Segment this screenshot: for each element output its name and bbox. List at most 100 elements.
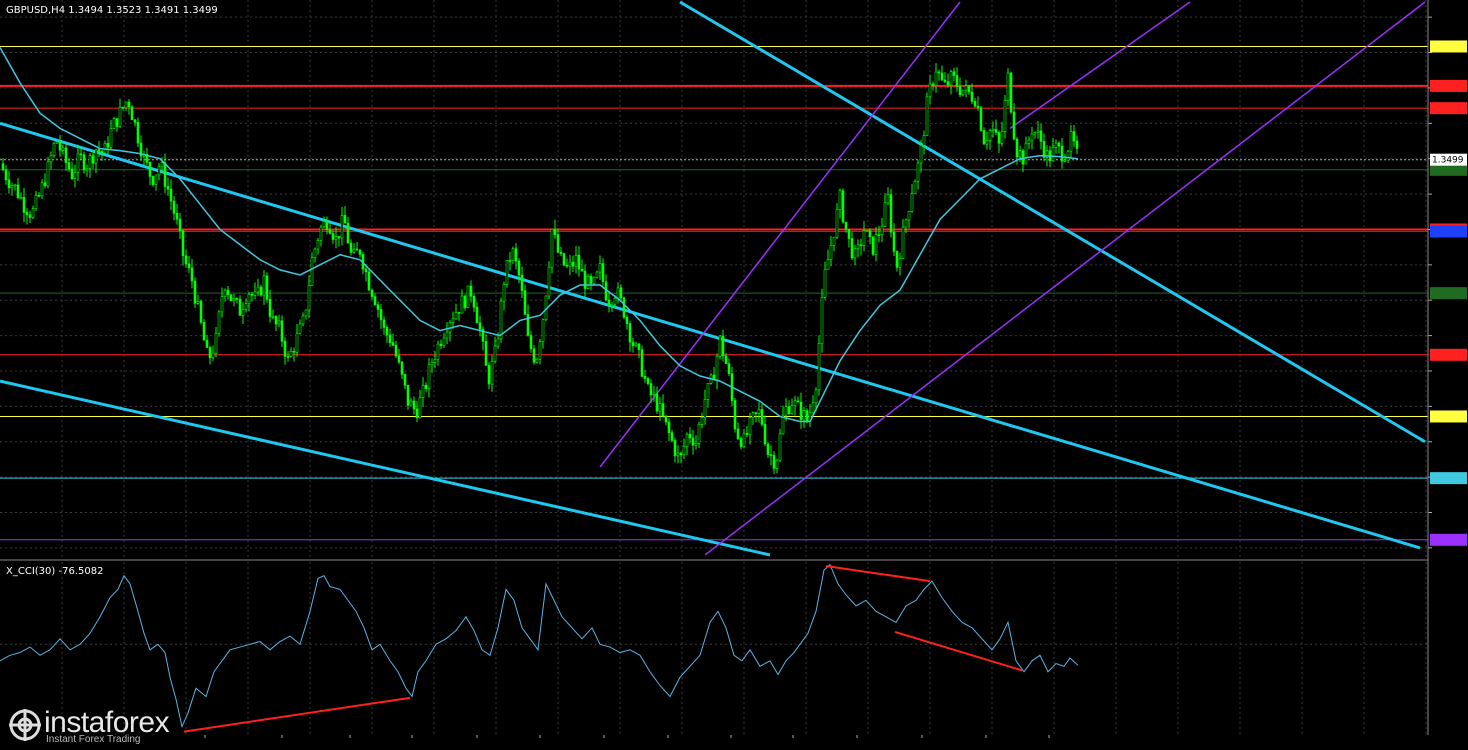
current-price-text: 1.3499	[1432, 156, 1464, 166]
candle-body	[643, 376, 647, 379]
candle-body	[508, 260, 512, 262]
candle-body	[1042, 141, 1046, 158]
candle-body	[391, 342, 395, 346]
candle-body	[238, 298, 242, 316]
candle-body	[64, 147, 68, 163]
candle-body	[13, 184, 17, 187]
candle-body	[352, 248, 356, 253]
candle-body	[202, 321, 206, 341]
candle-body	[484, 341, 488, 366]
candle-body	[1000, 131, 1004, 144]
candle-body	[631, 341, 635, 347]
candle-body	[211, 352, 215, 359]
candle-body	[649, 383, 653, 396]
candle-body	[835, 209, 839, 238]
candle-body	[919, 145, 923, 164]
candle-body	[424, 384, 428, 389]
candle-body	[682, 446, 686, 455]
candle-body	[316, 240, 320, 250]
candle-body	[184, 255, 188, 265]
candle-body	[256, 286, 260, 293]
candle-body	[748, 417, 752, 435]
candle-body	[478, 322, 482, 330]
murrey-price-tag	[1430, 79, 1467, 92]
candle-body	[943, 79, 947, 82]
candle-body	[115, 118, 119, 127]
candle-body	[673, 440, 677, 457]
candle-body	[937, 71, 941, 74]
candle-body	[1024, 142, 1028, 165]
candle-body	[559, 251, 563, 254]
candle-body	[601, 263, 605, 283]
candle-body	[178, 218, 182, 231]
candle-body	[22, 197, 26, 213]
candle-body	[283, 340, 287, 357]
candle-body	[55, 141, 59, 144]
candle-body	[1057, 142, 1061, 147]
candle-body	[439, 343, 443, 346]
candle-body	[319, 226, 323, 241]
candle-body	[979, 107, 983, 131]
candle-body	[1009, 72, 1013, 113]
candle-body	[910, 193, 914, 212]
candle-body	[340, 215, 344, 239]
candle-body	[304, 309, 308, 317]
candle-body	[49, 155, 53, 163]
candle-body	[970, 91, 974, 102]
candle-body	[799, 401, 803, 421]
candle-body	[1036, 130, 1040, 133]
candle-body	[880, 225, 884, 236]
candle-body	[7, 179, 11, 189]
candle-body	[754, 412, 758, 414]
candle-body	[325, 221, 329, 231]
candle-body	[736, 428, 740, 439]
candle-body	[349, 242, 353, 253]
candle-body	[676, 452, 680, 457]
candle-body	[652, 393, 656, 396]
candle-body	[247, 293, 251, 305]
candle-body	[772, 455, 776, 469]
candle-body	[721, 335, 725, 357]
candle-body	[79, 153, 83, 156]
candle-body	[694, 443, 698, 446]
candle-body	[994, 128, 998, 133]
candle-body	[1027, 139, 1031, 144]
candle-body	[898, 258, 902, 268]
candle-body	[862, 230, 866, 246]
candle-body	[931, 83, 935, 86]
candle-body	[790, 405, 794, 414]
candle-body	[751, 412, 755, 418]
candle-body	[1012, 111, 1016, 140]
candle-body	[451, 318, 455, 323]
candle-body	[367, 271, 371, 291]
candle-body	[190, 267, 194, 282]
candle-body	[556, 234, 560, 253]
candle-body	[403, 374, 407, 386]
candle-body	[163, 162, 167, 187]
candle-body	[706, 383, 710, 400]
candle-body	[913, 181, 917, 194]
candle-body	[553, 228, 557, 235]
murrey-price-tag	[1430, 40, 1467, 53]
candle-body	[793, 400, 797, 407]
candle-body	[397, 355, 401, 363]
candle-body	[811, 402, 815, 414]
candle-body	[259, 286, 263, 296]
candle-body	[1060, 145, 1064, 162]
candle-body	[625, 316, 629, 324]
candle-body	[436, 343, 440, 360]
candle-body	[10, 185, 14, 189]
candle-body	[571, 261, 575, 267]
candle-body	[346, 222, 350, 244]
candle-body	[1039, 130, 1043, 142]
candle-body	[523, 290, 527, 315]
candle-body	[166, 186, 170, 190]
candle-body	[46, 161, 50, 187]
candle-body	[466, 285, 470, 309]
candle-body	[457, 311, 461, 314]
candle-body	[940, 72, 944, 81]
candle-body	[1003, 100, 1007, 132]
candle-body	[547, 266, 551, 297]
candle-body	[193, 280, 197, 304]
candle-body	[865, 230, 869, 232]
